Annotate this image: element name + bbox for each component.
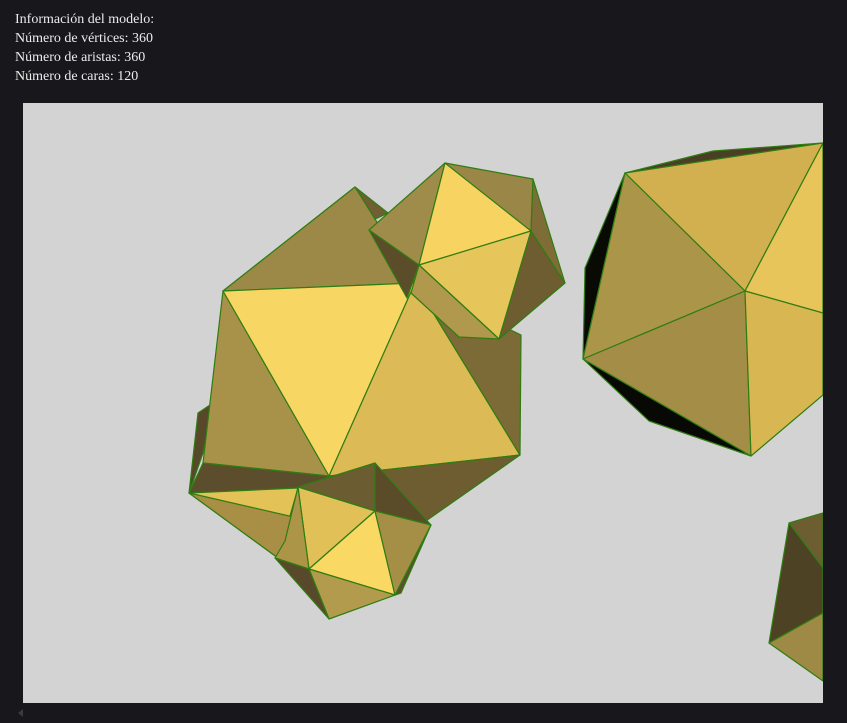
scene-render bbox=[188, 142, 823, 682]
vertex-count: Número de vértices: 360 bbox=[15, 31, 154, 46]
face-count: Número de caras: 120 bbox=[15, 69, 139, 84]
polyhedron-partial-bottom-right bbox=[768, 512, 823, 682]
model-info-title: Información del modelo: bbox=[15, 12, 155, 27]
model-info-panel: Información del modelo: Número de vértic… bbox=[15, 10, 154, 86]
polyhedron-large-right bbox=[582, 142, 823, 457]
face bbox=[744, 290, 823, 457]
3d-viewport-canvas[interactable] bbox=[23, 103, 823, 703]
edge-count: Número de aristas: 360 bbox=[15, 50, 146, 65]
triangle-left-icon[interactable] bbox=[18, 709, 23, 717]
